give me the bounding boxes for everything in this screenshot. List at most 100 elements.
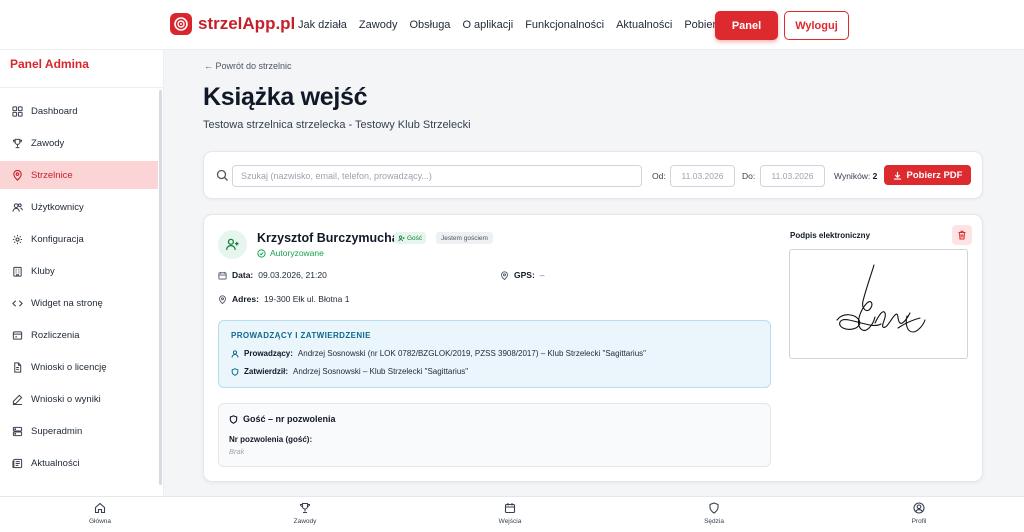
trash-icon xyxy=(958,230,966,240)
address-value: 19-300 Ełk ul. Błotna 1 xyxy=(263,294,350,304)
sidebar-item-label: Dashboard xyxy=(31,105,78,117)
date-to-input[interactable]: 11.03.2026 xyxy=(760,165,825,187)
guest-permit-title: Gość – nr pozwolenia xyxy=(229,414,336,424)
sidebar-item-shooting-ranges[interactable]: Strzelnice xyxy=(0,161,158,189)
download-pdf-button[interactable]: Pobierz PDF xyxy=(884,165,971,185)
user-plus-icon xyxy=(225,238,239,250)
file-icon xyxy=(14,361,22,373)
pen-icon xyxy=(12,394,23,405)
sidebar-item-result-requests[interactable]: Wnioski o wyniki xyxy=(0,385,158,413)
sidebar-item-widget[interactable]: Widget na stronę xyxy=(0,289,158,317)
signature-image xyxy=(836,264,926,333)
map-pin-icon xyxy=(13,169,22,181)
signature-label: Podpis elektroniczny xyxy=(790,231,871,240)
sidebar-item-label: Wnioski o wyniki xyxy=(31,393,101,405)
address-label: Adres: xyxy=(232,294,259,304)
building-icon xyxy=(13,266,22,277)
users-icon xyxy=(12,202,23,212)
delete-button[interactable] xyxy=(952,225,972,245)
download-pdf-label: Pobierz PDF xyxy=(906,169,963,181)
approved-row: Zatwierdził: Andrzej Sosnowski – Klub St… xyxy=(231,367,468,376)
self-guest-badge: Jestem gościem xyxy=(436,232,493,244)
trophy-icon xyxy=(12,138,23,148)
panel-button[interactable]: Panel xyxy=(715,11,778,40)
gps-label: GPS: xyxy=(514,270,535,280)
server-icon xyxy=(12,426,23,436)
user-icon xyxy=(231,349,239,358)
back-link[interactable]: ← Powrót do strzelnic xyxy=(204,61,292,71)
sidebar-item-news[interactable]: Aktualności xyxy=(0,449,158,477)
guest-badge: Gość xyxy=(394,232,427,244)
nav-link-competitions[interactable]: Zawody xyxy=(359,19,398,31)
permit-number-value: Brak xyxy=(229,447,245,456)
bottom-nav-entries[interactable]: Wejścia xyxy=(470,502,550,525)
arrow-left-icon: ← xyxy=(204,61,216,71)
results-count: Wyników: 2 xyxy=(834,171,877,181)
sidebar-item-users[interactable]: Użytkownicy xyxy=(0,193,158,221)
check-circle-icon xyxy=(257,248,266,258)
person-name: Krzysztof Burczymucha xyxy=(257,231,399,245)
sidebar-item-billing[interactable]: Rozliczenia xyxy=(0,321,158,349)
nav-link-support[interactable]: Obsługa xyxy=(409,19,450,31)
sidebar-item-clubs[interactable]: Kluby xyxy=(0,257,158,285)
target-logo-icon xyxy=(170,13,192,35)
date-row: Data: 09.03.2026, 21:20 xyxy=(218,270,327,280)
bottom-nav-home[interactable]: Główna xyxy=(60,502,140,525)
nav-link-how-it-works[interactable]: Jak działa xyxy=(298,19,347,31)
page-subtitle: Testowa strzelnica strzelecka - Testowy … xyxy=(203,119,471,131)
sidebar-item-license-requests[interactable]: Wnioski o licencję xyxy=(0,353,158,381)
sidebar-item-superadmin[interactable]: Superadmin xyxy=(0,417,158,445)
bottom-nav-label: Główna xyxy=(88,518,112,525)
supervisor-section: PROWADZĄCY I ZATWIERDZENIE Prowadzący: A… xyxy=(218,320,771,388)
user-circle-icon xyxy=(913,502,925,514)
calendar-icon xyxy=(218,271,227,280)
nav-link-about[interactable]: O aplikacji xyxy=(462,19,513,31)
results-value: 2 xyxy=(872,171,878,181)
bottom-nav-profile[interactable]: Profil xyxy=(879,502,959,525)
receipt-icon xyxy=(12,330,23,340)
signature-box xyxy=(789,249,968,359)
sidebar-item-label: Konfiguracja xyxy=(31,233,84,245)
download-icon xyxy=(893,171,901,180)
sidebar-scrollbar[interactable] xyxy=(159,90,162,485)
sidebar-item-label: Widget na stronę xyxy=(31,297,103,309)
sidebar-item-label: Rozliczenia xyxy=(31,329,80,341)
filter-bar: Szukaj (nazwisko, email, telefon, prowad… xyxy=(203,151,983,199)
calendar-icon xyxy=(504,503,516,514)
app-logo[interactable]: strzelApp.pl xyxy=(170,13,295,35)
search-input[interactable]: Szukaj (nazwisko, email, telefon, prowad… xyxy=(232,165,642,187)
trophy-icon xyxy=(299,502,311,514)
nav-link-news[interactable]: Aktualności xyxy=(616,19,672,31)
sidebar-item-dashboard[interactable]: Dashboard xyxy=(0,97,158,125)
avatar xyxy=(218,230,247,259)
supervisor-section-title: PROWADZĄCY I ZATWIERDZENIE xyxy=(231,331,371,340)
sidebar-item-label: Zawody xyxy=(31,137,65,149)
search-icon xyxy=(216,169,228,181)
shield-icon xyxy=(229,414,238,424)
supervisor-value: Andrzej Sosnowski (nr LOK 0782/BZGLOK/20… xyxy=(297,349,646,358)
approved-label: Zatwierdził: xyxy=(244,367,289,376)
permit-number-label: Nr pozwolenia (gość): xyxy=(229,435,313,444)
sidebar-item-competitions[interactable]: Zawody xyxy=(0,129,158,157)
guest-permit-title-label: Gość – nr pozwolenia xyxy=(243,414,336,424)
supervisor-label: Prowadzący: xyxy=(244,349,293,358)
status-badge: Autoryzowane xyxy=(257,248,324,258)
main-nav: Jak działa Zawody Obsługa O aplikacji Fu… xyxy=(298,19,734,31)
results-label: Wyników: xyxy=(834,171,871,181)
top-navbar: strzelApp.pl Jak działa Zawody Obsługa O… xyxy=(0,0,1024,50)
guest-badge-label: Gość xyxy=(407,234,423,242)
sidebar-item-configuration[interactable]: Konfiguracja xyxy=(0,225,158,253)
date-from-input[interactable]: 11.03.2026 xyxy=(670,165,735,187)
bottom-nav-label: Zawody xyxy=(293,518,317,525)
address-row: Adres: 19-300 Ełk ul. Błotna 1 xyxy=(218,294,349,304)
logout-button[interactable]: Wyloguj xyxy=(784,11,849,40)
back-link-label: Powrót do strzelnic xyxy=(215,61,292,71)
nav-link-features[interactable]: Funkcjonalności xyxy=(525,19,604,31)
code-icon xyxy=(12,299,23,307)
shield-icon xyxy=(231,367,239,376)
bottom-nav-competitions[interactable]: Zawody xyxy=(265,502,345,525)
date-label: Data: xyxy=(232,270,254,280)
map-pin-icon xyxy=(219,294,226,304)
bottom-nav-judge[interactable]: Sędzia xyxy=(674,502,754,525)
logo-text: strzelApp.pl xyxy=(198,14,296,33)
